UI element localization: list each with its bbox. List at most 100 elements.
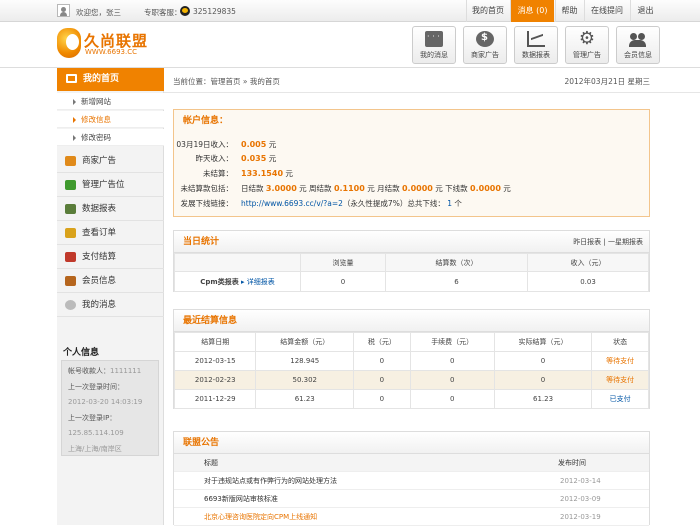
unit: 元 (367, 184, 375, 193)
header-button-manage-ads[interactable]: ⚙ 管理广告 (565, 26, 609, 64)
amount-cell: 128.945 (255, 351, 355, 371)
settle-label: 日结款 (241, 184, 264, 193)
unit: 个 (454, 199, 462, 208)
recent-settlement-panel: 最近结算信息 结算日期 结算金额（元） 税（元） 手续费（元） 实际结算（元） … (173, 309, 650, 409)
topnav-messages[interactable]: 消息 (0) (510, 0, 554, 22)
sidebar-item-orders[interactable]: 查看订单 (57, 221, 164, 245)
last-login-value: 2012-03-20 14:03:19 (68, 398, 143, 406)
arrow-right-icon (73, 117, 76, 123)
sidebar-subitem-change-password[interactable]: 修改密码 (57, 129, 164, 146)
account-row-label: 未结算： (203, 169, 233, 178)
current-date: 2012年03月21日 星期三 (564, 77, 650, 86)
account-value: 1111111 (110, 367, 142, 375)
sidebar-item-label: 管理广告位 (82, 180, 125, 190)
sidebar-head-home[interactable]: 我的首页 (57, 68, 164, 91)
header-button-label: 数据报表 (522, 51, 550, 59)
last-ip-label: 上一次登录IP： (68, 413, 117, 422)
header-button-label: 会员信息 (624, 51, 652, 59)
settle-count-cell: 6 (385, 271, 528, 292)
recent-settlement-title: 最近结算信息 (174, 310, 649, 332)
coin-icon (476, 31, 494, 47)
arrow-right-icon (73, 135, 76, 141)
table-header-row: 浏览量 结算数（次） 收入（元） (174, 253, 649, 272)
header-button-merchant-ads[interactable]: 商家广告 (463, 26, 507, 64)
column-header: 状态 (591, 332, 649, 352)
unit: 元 (285, 169, 293, 178)
topnav-help[interactable]: 帮助 (555, 0, 583, 22)
topnav-logout[interactable]: 退出 (630, 0, 660, 22)
announcement-item[interactable]: 6693新版网站审核标准 2012-03-09 (174, 490, 649, 508)
monitor-icon (66, 74, 77, 83)
sidebar-item-payment[interactable]: 支付结算 (57, 245, 164, 269)
header-button-member-info[interactable]: 会员信息 (616, 26, 660, 64)
member-icon (65, 276, 76, 286)
fee-cell: 0 (409, 351, 495, 371)
detail-report-link[interactable]: 详细报表 (247, 278, 275, 286)
sidebar-item-member-info[interactable]: 会员信息 (57, 269, 164, 293)
unit: 元 (268, 154, 277, 163)
message-icon (425, 31, 443, 47)
amount-cell: 50.302 (255, 370, 355, 390)
qq-icon[interactable] (180, 6, 190, 16)
tax-cell: 0 (353, 389, 411, 409)
today-stats-table: 浏览量 结算数（次） 收入（元） Cpm类报表 ▸ 详细报表 0 6 0.03 (174, 253, 649, 292)
date-cell: 2012-02-23 (173, 370, 257, 390)
ads-icon (65, 156, 76, 166)
welcome-text: 欢迎您，张三 (76, 8, 121, 17)
sidebar-item-reports[interactable]: 数据报表 (57, 197, 164, 221)
logo-icon[interactable] (57, 28, 81, 58)
last-ip-value: 125.85.114.109 (68, 429, 124, 437)
settle-label: 周结款 (309, 184, 332, 193)
sidebar-item-merchant-ads[interactable]: 商家广告 (57, 149, 164, 173)
header-button-messages[interactable]: 我的消息 (412, 26, 456, 64)
yesterday-report-link[interactable]: 昨日报表 (573, 238, 601, 246)
announcement-title[interactable]: 6693新版网站审核标准 (204, 490, 278, 508)
support-qq[interactable]: 325129835 (193, 7, 236, 16)
status-cell: 等待支付 (591, 370, 649, 390)
column-header: 浏览量 (300, 253, 386, 272)
announcement-item[interactable]: 对于违规站点或有作弊行为的网站处理方法 2012-03-14 (174, 472, 649, 490)
logo-url: WWW.6693.CC (85, 48, 138, 56)
sidebar-subitem-label: 新增网站 (81, 97, 111, 106)
table-row: 2012-02-23 50.302 0 0 0 等待支付 (173, 370, 649, 390)
account-label: 帐号收款人： (68, 367, 110, 375)
announcement-title[interactable]: 北京心理咨询医院定向CPM上线通知 (204, 508, 317, 526)
column-header: 手续费（元） (409, 332, 495, 352)
breadcrumb-prefix: 当前位置： (173, 77, 211, 86)
settle-value: 0.0000 (401, 184, 433, 193)
settle-value: 3.0000 (265, 184, 297, 193)
personal-info-box: 帐号收款人：1111111 上一次登录时间： 2012-03-20 14:03:… (61, 360, 159, 456)
users-icon (629, 31, 647, 47)
column-header: 结算数（次） (385, 253, 528, 272)
fee-cell: 0 (409, 370, 495, 390)
income-value: 0.005 (241, 140, 267, 149)
announcement-item[interactable]: 北京心理咨询医院定向CPM上线通知 2012-03-19 (174, 508, 649, 526)
topnav-ask-online[interactable]: 在线提问 (584, 0, 629, 22)
referral-link[interactable]: http://www.6693.cc/v/?a=2 (241, 199, 343, 208)
sidebar-item-manage-slots[interactable]: 管理广告位 (57, 173, 164, 197)
sidebar-item-label: 数据报表 (82, 204, 117, 214)
column-header (174, 253, 301, 272)
topnav-home[interactable]: 我的首页 (466, 0, 509, 22)
header-button-reports[interactable]: 数据报表 (514, 26, 558, 64)
table-header-row: 结算日期 结算金额（元） 税（元） 手续费（元） 实际结算（元） 状态 (173, 332, 649, 352)
sidebar-item-messages[interactable]: 我的消息 (57, 293, 164, 317)
settle-value: 0.1100 (333, 184, 365, 193)
sidebar-subitem-add-site[interactable]: 新增网站 (57, 93, 164, 110)
announcement-title[interactable]: 对于违规站点或有作弊行为的网站处理方法 (204, 472, 337, 490)
income-cell: 0.03 (527, 271, 649, 292)
header-button-label: 管理广告 (573, 51, 601, 59)
today-stats-title: 当日统计 昨日报表 | 一星期报表 (174, 231, 649, 253)
gear-icon: ⚙ (578, 28, 596, 49)
arrow-right-icon (73, 99, 76, 105)
week-report-link[interactable]: 一星期报表 (608, 238, 643, 246)
unit: 元 (299, 184, 307, 193)
breadcrumb-home-link[interactable]: 管理首页 (211, 77, 241, 86)
announcements-title: 联盟公告 (174, 432, 649, 454)
sidebar-subitem-edit-info[interactable]: 修改信息 (57, 111, 164, 128)
settle-value: 0.0000 (470, 184, 501, 193)
table-row: 2011-12-29 61.23 0 0 61.23 已支付 (173, 389, 649, 409)
recent-settlement-table: 结算日期 结算金额（元） 税（元） 手续费（元） 实际结算（元） 状态 2012… (173, 332, 649, 409)
unit: 元 (503, 184, 511, 193)
column-header: 标题 (204, 459, 218, 467)
